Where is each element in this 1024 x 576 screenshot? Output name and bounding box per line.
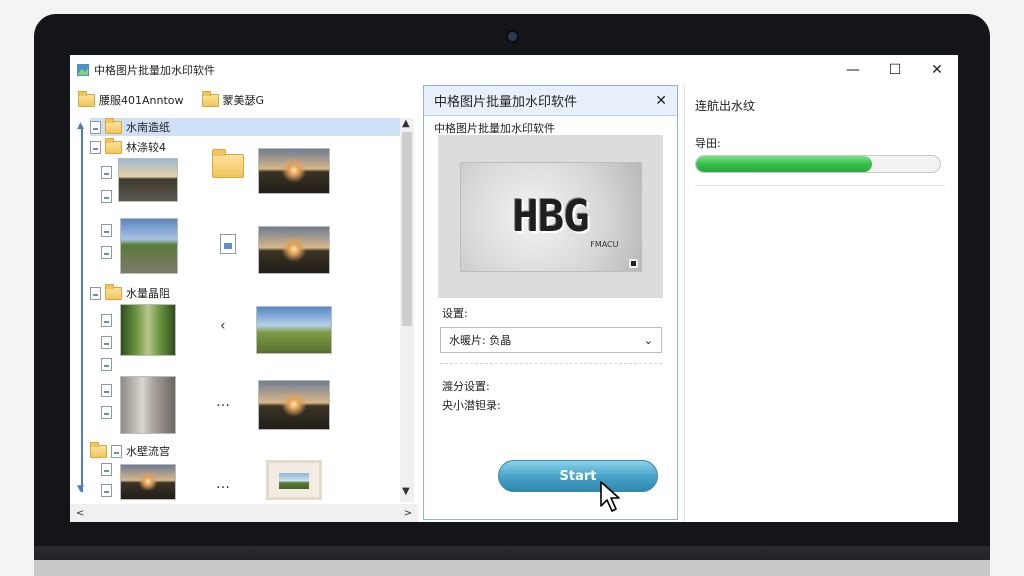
tree-connector	[81, 126, 83, 492]
image-thumbnail[interactable]	[118, 158, 178, 202]
more-icon[interactable]: …	[216, 476, 230, 492]
explorer-toolbar: 腰服401Anntow 蒙美瑟G	[70, 85, 418, 115]
select-value: 水暖片: 负晶	[449, 334, 512, 347]
tree-item-label: 水量晶阻	[126, 287, 170, 300]
watermark-text: HBG	[512, 191, 589, 242]
dialog-title: 中格图片批量加水印软件	[434, 95, 578, 110]
dialog-subtitle: 中格图片批量加水印软件	[434, 122, 555, 135]
watermark-preview: HBG FMACU	[438, 135, 663, 298]
image-thumbnail[interactable]	[120, 304, 176, 356]
image-thumbnail[interactable]	[258, 148, 330, 194]
tree-item-label: 林涤较4	[126, 141, 166, 154]
application-window: 中格图片批量加水印软件 — ☐ ✕ 腰服401Anntow 蒙美瑟G ▲ ▼ 水…	[70, 55, 958, 522]
file-icon	[90, 120, 101, 134]
framed-image	[279, 473, 309, 489]
progress-title: 连航出水纹	[695, 99, 756, 113]
toolbar-folder-1[interactable]: 腰服401Anntow	[78, 90, 184, 108]
tree-item-3[interactable]: 水量晶阻	[90, 283, 170, 302]
tree-item-label: 水壁流宫	[126, 445, 170, 458]
back-arrow-icon[interactable]: ‹	[220, 318, 226, 334]
file-icon[interactable]	[101, 358, 112, 371]
close-icon[interactable]: ✕	[655, 93, 667, 109]
progress-fill	[696, 156, 872, 172]
tree-item-2[interactable]: 林涤较4	[90, 137, 166, 156]
file-icon[interactable]	[101, 384, 112, 397]
tree-down-arrow-icon[interactable]: ▼	[77, 484, 84, 494]
folder-icon	[105, 283, 122, 300]
more-icon[interactable]: …	[216, 394, 230, 410]
dialog-header: 中格图片批量加水印软件 ✕	[424, 86, 677, 116]
file-explorer-panel: 腰服401Anntow 蒙美瑟G ▲ ▼ 水南造纸 林涤较4 水量晶阻 水壁流宫…	[70, 85, 418, 522]
file-icon[interactable]	[101, 484, 112, 497]
file-icon[interactable]	[101, 224, 112, 237]
folder-icon	[78, 90, 95, 107]
file-icon[interactable]	[101, 314, 112, 327]
size-label: 央小潜钽录:	[442, 399, 501, 412]
monitor-base	[34, 560, 990, 576]
file-icon[interactable]	[101, 463, 112, 476]
file-icon[interactable]	[101, 190, 112, 203]
scrollbar-thumb[interactable]	[402, 132, 412, 326]
framed-image-thumbnail[interactable]	[266, 460, 322, 500]
file-icon[interactable]	[101, 336, 112, 349]
file-icon[interactable]	[101, 166, 112, 179]
horizontal-scrollbar[interactable]: < >	[70, 504, 418, 522]
window-title: 中格图片批量加水印软件	[94, 64, 215, 77]
tree-item-label: 水南造纸	[126, 121, 170, 134]
file-icon	[90, 140, 101, 154]
corner-mark-icon	[628, 258, 638, 268]
app-icon	[77, 64, 89, 76]
tree-up-arrow-icon[interactable]: ▲	[77, 121, 84, 131]
scroll-right-icon[interactable]: >	[404, 508, 412, 519]
vertical-scrollbar[interactable]: ▲ ▼	[400, 118, 414, 502]
webcam	[508, 32, 517, 41]
file-tree: ▲ ▼ 水南造纸 林涤较4 水量晶阻 水壁流宫 ‹ … … ▲ ▼	[70, 117, 418, 502]
maximize-button[interactable]: ☐	[874, 55, 916, 85]
image-thumbnail[interactable]	[120, 464, 176, 500]
settings-label: 设置:	[442, 307, 468, 320]
title-bar: 中格图片批量加水印软件 — ☐ ✕	[70, 55, 958, 85]
image-file-icon[interactable]	[220, 234, 236, 254]
watermark-dialog: 中格图片批量加水印软件 ✕ 中格图片批量加水印软件 HBG FMACU 设置: …	[423, 85, 678, 520]
close-button[interactable]: ✕	[916, 55, 958, 85]
image-thumbnail[interactable]	[120, 218, 178, 274]
scroll-left-icon[interactable]: <	[76, 508, 84, 519]
image-thumbnail[interactable]	[258, 226, 330, 274]
tree-item-1[interactable]: 水南造纸	[90, 117, 408, 136]
toolbar-folder-2[interactable]: 蒙美瑟G	[201, 90, 265, 108]
folder-icon	[105, 117, 122, 134]
divider	[695, 185, 945, 186]
tree-item-4[interactable]: 水壁流宫	[90, 441, 170, 460]
folder-icon	[201, 90, 219, 107]
image-thumbnail[interactable]	[258, 380, 330, 430]
progress-panel: 连航出水纹 导田:	[684, 85, 958, 522]
toolbar-folder-1-label: 腰服401Anntow	[99, 94, 184, 107]
folder-icon[interactable]	[212, 149, 244, 178]
file-icon	[90, 286, 101, 300]
watermark-small-text: FMACU	[590, 239, 619, 249]
progress-bar	[695, 155, 941, 173]
file-icon[interactable]	[101, 246, 112, 259]
file-icon	[111, 444, 122, 458]
progress-label: 导田:	[695, 137, 721, 150]
folder-icon	[105, 137, 122, 154]
divider	[440, 363, 662, 364]
folder-icon	[90, 441, 107, 458]
image-thumbnail[interactable]	[256, 306, 332, 354]
preview-image: HBG FMACU	[459, 161, 642, 272]
minimize-button[interactable]: —	[832, 55, 874, 85]
file-icon[interactable]	[101, 406, 112, 419]
mouse-cursor-icon	[600, 481, 620, 512]
start-button[interactable]: Start	[498, 460, 658, 492]
advanced-settings-label: 渡分设置:	[442, 380, 490, 393]
toolbar-folder-2-label: 蒙美瑟G	[222, 94, 265, 107]
image-thumbnail[interactable]	[120, 376, 176, 434]
scroll-down-icon[interactable]: ▼	[402, 486, 410, 497]
watermark-type-select[interactable]: 水暖片: 负晶 ⌄	[440, 327, 662, 353]
chevron-down-icon: ⌄	[643, 333, 653, 347]
scroll-up-icon[interactable]: ▲	[402, 118, 410, 129]
